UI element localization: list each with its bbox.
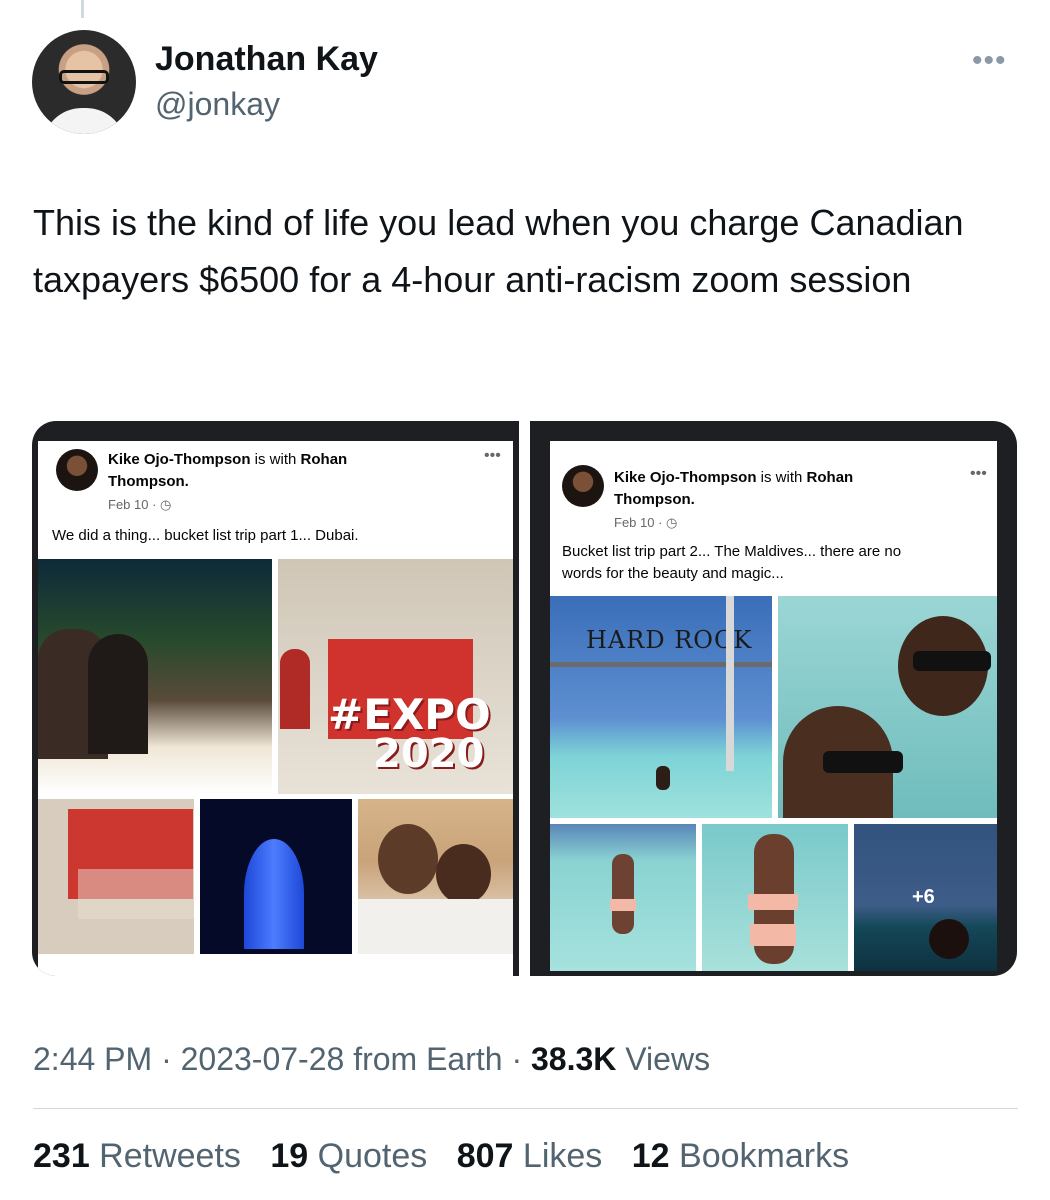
tweet-time[interactable]: 2:44 PM (33, 1041, 152, 1077)
bookmarks-label: Bookmarks (669, 1137, 850, 1175)
facebook-post-screenshot: Kike Ojo-Thompson is with Rohan Thompson… (38, 441, 513, 976)
bookmarks-stat[interactable]: 12 Bookmarks (632, 1137, 849, 1175)
fb-author-avatar (562, 465, 604, 507)
expo-year-text: 2020 (373, 731, 485, 777)
photo-more[interactable]: +6 (854, 824, 997, 971)
quotes-stat[interactable]: 19 Quotes (270, 1137, 427, 1175)
avatar-shirt (42, 108, 126, 134)
photo-woman-water-1 (550, 824, 696, 971)
fb-post-header: Kike Ojo-Thompson is with Rohan Thompson… (614, 467, 944, 511)
fb-post-date: Feb 10 · ◷ (108, 497, 172, 512)
fb-post-date: Feb 10 · ◷ (614, 515, 678, 530)
fb-author-name: Kike Ojo-Thompson (108, 451, 251, 468)
divider (33, 1108, 1018, 1109)
quotes-count: 19 (270, 1137, 309, 1175)
more-photos-count: +6 (912, 886, 935, 908)
tweet-source: from Earth (344, 1041, 503, 1077)
tweet-stats: 231 Retweets 19 Quotes 807 Likes 12 Book… (33, 1137, 869, 1176)
likes-stat[interactable]: 807 Likes (457, 1137, 603, 1175)
fb-tagged-name: Rohan (806, 469, 854, 486)
more-options-icon[interactable]: ••• (972, 44, 1007, 78)
fb-tagged-name-line2: Thompson. (614, 491, 695, 508)
fb-author-avatar (56, 449, 98, 491)
fb-caption-line1: Bucket list trip part 2... The Maldives.… (562, 543, 902, 560)
expo-sign-text: #EXPO (328, 690, 491, 739)
fb-post-caption: We did a thing... bucket list trip part … (52, 527, 359, 544)
likes-count: 807 (456, 1137, 514, 1175)
tweet-meta: 2:44 PM · 2023-07-28 from Earth · 38.3K … (33, 1041, 710, 1078)
author-avatar[interactable] (32, 30, 136, 134)
fb-tagged-name-line2: Thompson. (108, 473, 189, 490)
photo-expo-sign-2 (38, 799, 194, 954)
photo-dinner-table (38, 559, 272, 794)
fb-post-caption: Bucket list trip part 2... The Maldives.… (562, 541, 901, 585)
fb-with-text: is with (254, 451, 297, 468)
fb-tagged-name: Rohan (300, 451, 348, 468)
meta-separator: · (502, 1041, 531, 1077)
photo-burj-al-arab (200, 799, 352, 954)
author-name[interactable]: Jonathan Kay (155, 40, 378, 79)
tweet-image-maldives[interactable]: Kike Ojo-Thompson is with Rohan Thompson… (530, 421, 1017, 976)
quotes-label: Quotes (308, 1137, 428, 1175)
tweet-image-dubai[interactable]: Kike Ojo-Thompson is with Rohan Thompson… (32, 421, 519, 976)
photo-couple-selfie (778, 596, 997, 818)
photo-expo-sign: #EXPO 2020 (278, 559, 513, 794)
thread-line (81, 0, 84, 18)
fb-with-text: is with (760, 469, 803, 486)
photo-hard-rock-swings: HARD ROCK (550, 596, 772, 818)
meta-separator: · (152, 1041, 181, 1077)
fb-author-name: Kike Ojo-Thompson (614, 469, 757, 486)
bookmarks-count: 12 (631, 1137, 670, 1175)
avatar-glasses (59, 70, 109, 84)
fb-more-icon: ••• (484, 447, 501, 464)
views-label: Views (616, 1041, 711, 1077)
retweets-stat[interactable]: 231 Retweets (33, 1137, 241, 1175)
fb-post-header: Kike Ojo-Thompson is with Rohan Thompson… (108, 449, 438, 493)
retweets-label: Retweets (89, 1137, 241, 1175)
likes-label: Likes (513, 1137, 603, 1175)
tweet-text: This is the kind of life you lead when y… (33, 202, 964, 300)
fb-more-icon: ••• (970, 465, 987, 482)
author-handle[interactable]: @jonkay (155, 86, 280, 123)
photo-desert-selfie (358, 799, 513, 954)
photo-woman-water-2 (702, 824, 848, 971)
tweet-date[interactable]: 2023-07-28 (181, 1041, 345, 1077)
view-count: 38.3K (531, 1041, 617, 1077)
facebook-post-screenshot: Kike Ojo-Thompson is with Rohan Thompson… (550, 441, 997, 971)
fb-caption-line2: words for the beauty and magic... (562, 565, 784, 582)
retweets-count: 231 (33, 1137, 90, 1175)
